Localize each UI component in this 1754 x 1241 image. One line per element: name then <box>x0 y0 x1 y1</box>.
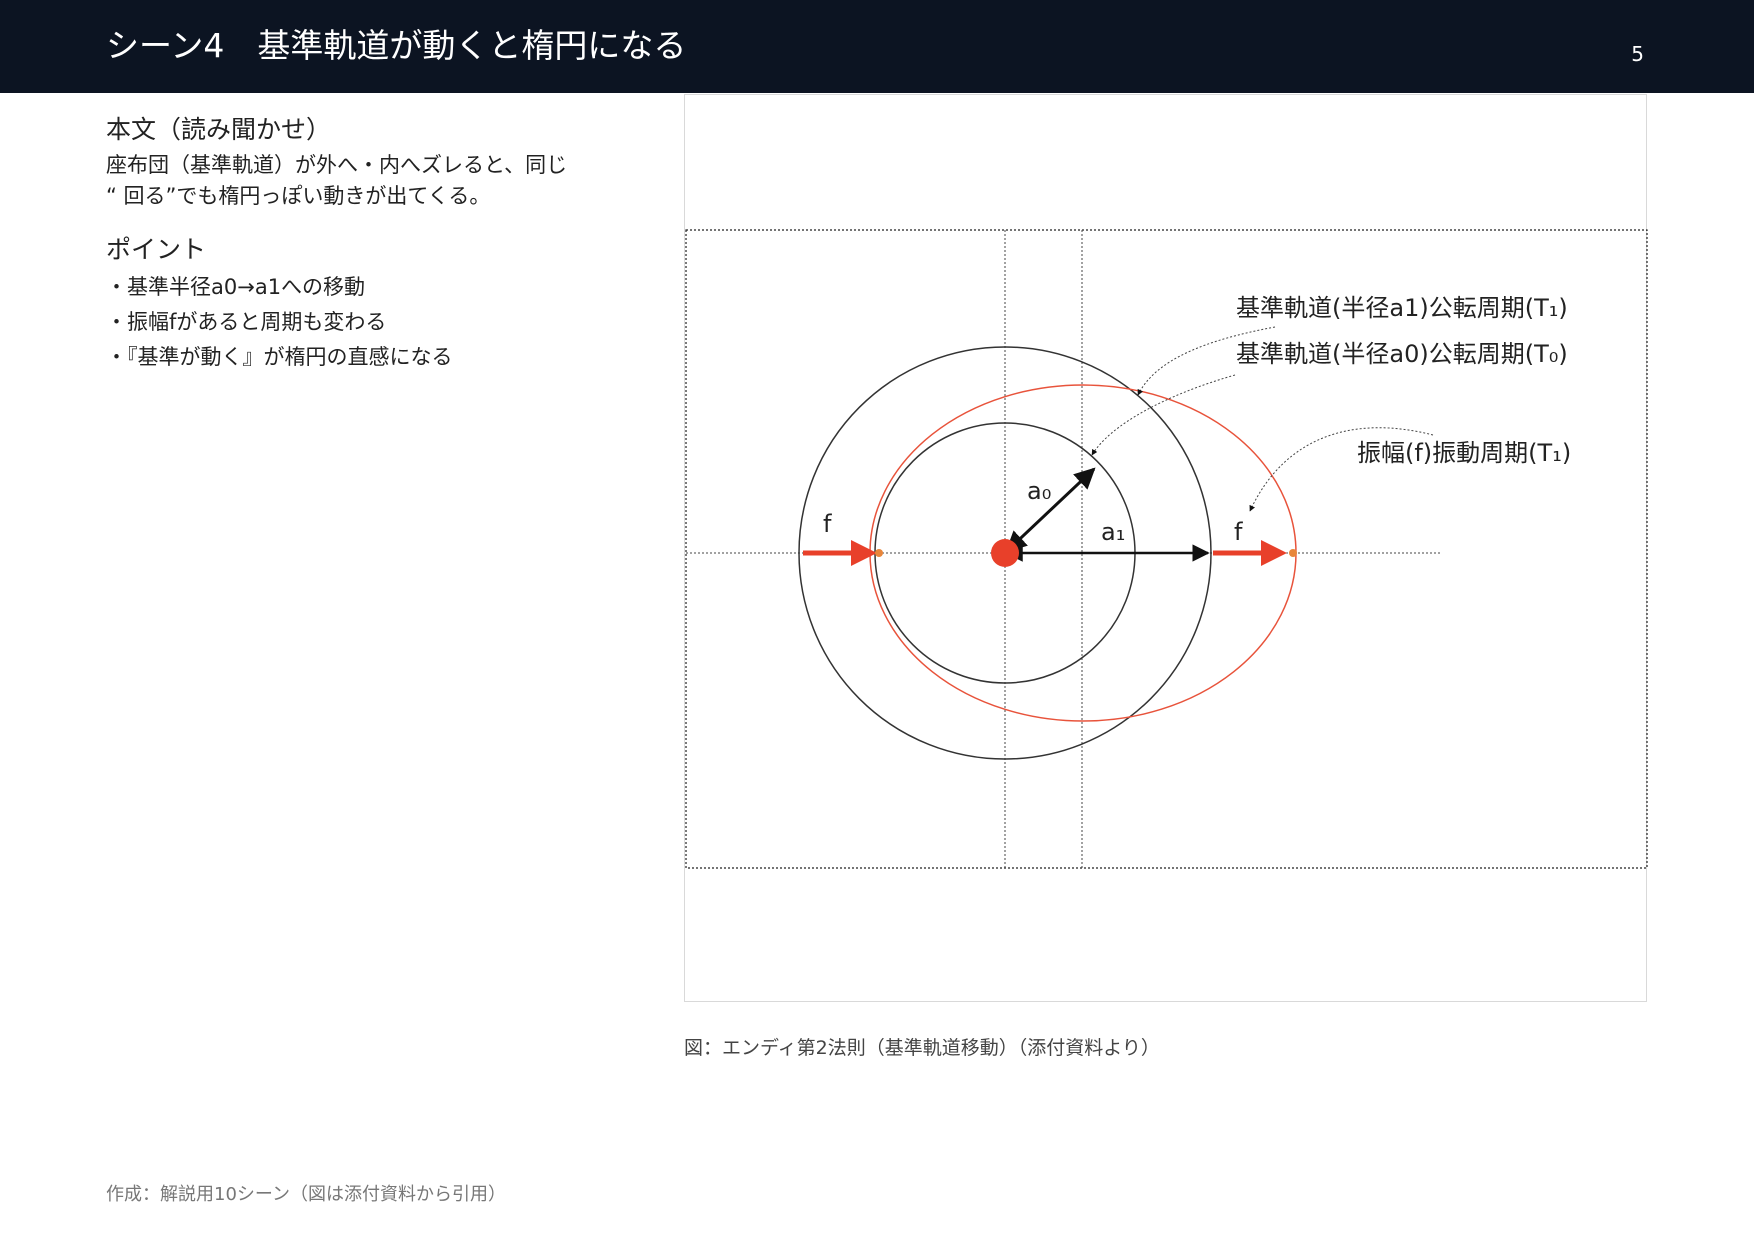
label-orbit-a1: 基準軌道(半径a1)公転周期(T₁) <box>1236 294 1568 322</box>
orbit-diagram: 基準軌道(半径a1)公転周期(T₁) 基準軌道(半径a0)公転周期(T₀) 振幅… <box>685 229 1648 869</box>
left-column: 本文（読み聞かせ） 座布団（基準軌道）が外へ・内へズレると、同じ “ 回る”でも… <box>106 114 666 375</box>
point-list: ・基準半径a0→a1への移動 ・振幅fがあると周期も変わる ・『基準が動く』が楕… <box>106 270 666 375</box>
label-orbit-a0: 基準軌道(半径a0)公転周期(T₀) <box>1236 340 1568 368</box>
label-f-left: f <box>823 510 832 538</box>
header-bar: シーン4 基準軌道が動くと楕円になる 5 <box>0 0 1754 93</box>
f-arrow-left-head <box>851 540 877 566</box>
center-body-dot <box>991 539 1019 567</box>
f-point-left <box>875 549 883 557</box>
f-point-right <box>1289 549 1297 557</box>
label-amplitude: 振幅(f)振動周期(T₁) <box>1357 439 1571 467</box>
page-title: シーン4 基準軌道が動くと楕円になる <box>106 26 687 65</box>
label-a1: a₁ <box>1101 518 1125 546</box>
point-item: ・『基準が動く』が楕円の直感になる <box>106 345 453 369</box>
body-heading: 本文（読み聞かせ） <box>106 115 332 144</box>
point-item: ・基準半径a0→a1への移動 <box>106 275 366 299</box>
point-item: ・振幅fがあると周期も変わる <box>106 310 387 334</box>
points-heading: ポイント <box>106 235 207 264</box>
body-text: 座布団（基準軌道）が外へ・内へズレると、同じ “ 回る”でも楕円っぽい動きが出て… <box>106 153 568 208</box>
dotted-frame <box>685 229 1648 869</box>
f-arrow-right-head <box>1261 540 1287 566</box>
label-f-right: f <box>1234 518 1243 546</box>
figure-caption: 図：エンディ第2法則（基準軌道移動）（添付資料より） <box>684 1037 1160 1059</box>
label-a0: a₀ <box>1027 477 1051 505</box>
footer-note: 作成：解説用10シーン（図は添付資料から引用） <box>106 1184 507 1205</box>
page-number: 5 <box>1631 42 1644 66</box>
figure-frame: 基準軌道(半径a1)公転周期(T₁) 基準軌道(半径a0)公転周期(T₀) 振幅… <box>684 94 1648 1002</box>
